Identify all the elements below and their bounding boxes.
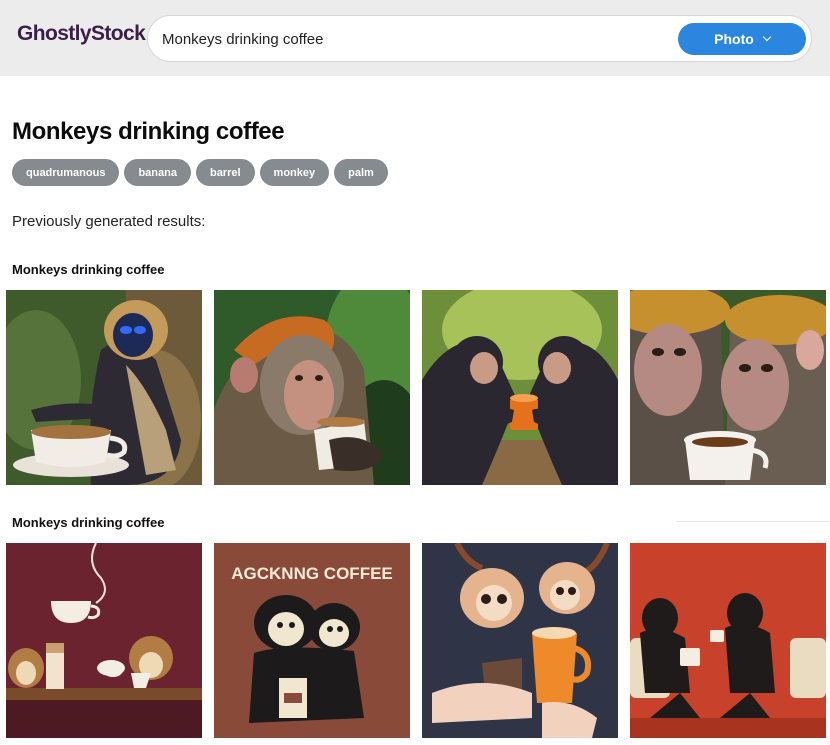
result-image[interactable]: AGCKNNG COFFEE — [214, 543, 410, 738]
monkey-photo-1 — [6, 290, 202, 485]
image-grid: AGCKNNG COFFEE — [6, 543, 826, 738]
search-input[interactable] — [162, 28, 662, 50]
result-image[interactable] — [630, 290, 826, 485]
page-title: Monkeys drinking coffee — [12, 118, 285, 145]
search-bar: Photo — [147, 15, 812, 62]
tag-chip[interactable]: monkey — [259, 159, 330, 186]
coffee-illustration-1 — [6, 543, 202, 738]
poster-text: AGCKNNG COFFEE — [231, 564, 393, 583]
monkey-photo-4 — [630, 290, 826, 485]
result-image[interactable] — [6, 543, 202, 738]
result-image[interactable] — [630, 543, 826, 738]
section-title: Monkeys drinking coffee — [12, 515, 165, 530]
coffee-illustration-3 — [422, 543, 618, 738]
monkey-photo-2 — [214, 290, 410, 485]
divider — [676, 521, 830, 522]
tag-chip[interactable]: palm — [334, 159, 388, 186]
monkey-photo-3 — [422, 290, 618, 485]
section-title: Monkeys drinking coffee — [12, 262, 165, 277]
coffee-illustration-2: AGCKNNG COFFEE — [214, 543, 410, 738]
tag-chip[interactable]: barrel — [195, 159, 255, 186]
result-image[interactable] — [422, 290, 618, 485]
result-image[interactable] — [6, 290, 202, 485]
previous-results-label: Previously generated results: — [12, 213, 206, 230]
tag-list: quadrumanous banana barrel monkey palm — [12, 159, 388, 186]
result-image[interactable] — [214, 290, 410, 485]
image-grid — [6, 290, 826, 485]
tag-chip[interactable]: quadrumanous — [12, 159, 120, 186]
top-bar: GhostlyStock Photo — [0, 0, 830, 76]
logo[interactable]: GhostlyStock — [17, 22, 146, 46]
chevron-down-icon — [762, 32, 772, 42]
media-type-dropdown[interactable]: Photo — [678, 23, 806, 55]
tag-chip[interactable]: banana — [124, 159, 191, 186]
media-type-label: Photo — [714, 31, 754, 47]
result-image[interactable] — [422, 543, 618, 738]
coffee-illustration-4 — [630, 543, 826, 738]
